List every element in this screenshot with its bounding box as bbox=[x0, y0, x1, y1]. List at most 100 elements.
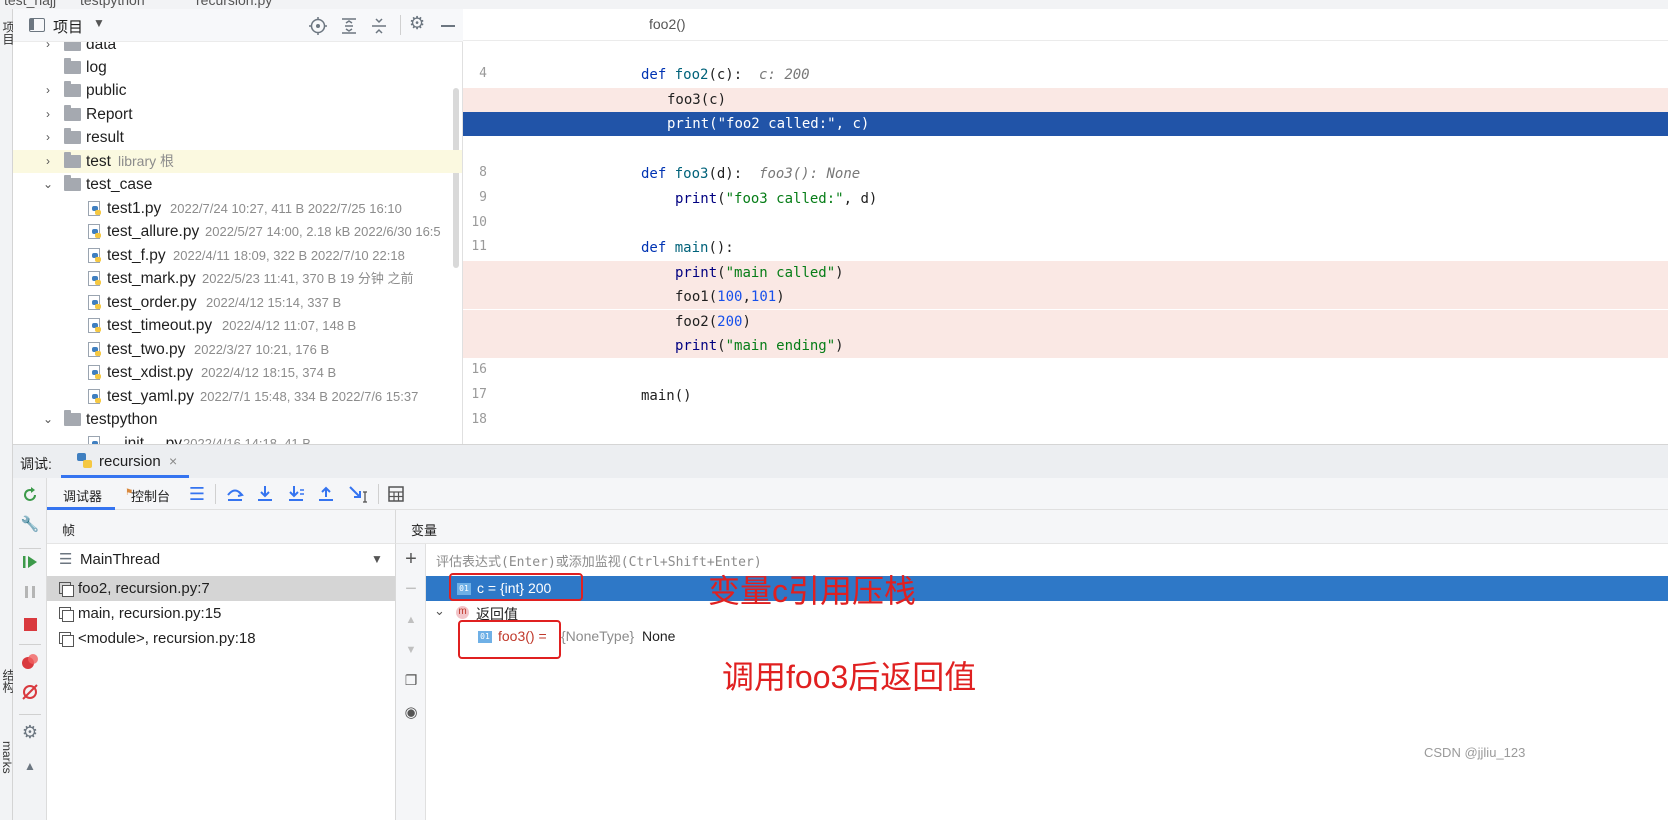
code-line[interactable]: 15 foo2(200) bbox=[463, 310, 1668, 353]
close-icon[interactable]: × bbox=[169, 453, 177, 469]
mute-breakpoints-icon[interactable] bbox=[21, 683, 39, 701]
tree-file[interactable]: test_allure.py 2022/5/27 14:00, 2.18 kB … bbox=[13, 220, 462, 243]
chevron-right-icon[interactable]: › bbox=[41, 126, 55, 149]
code-line[interactable]: 16 print("main ending") bbox=[463, 334, 1668, 377]
code-line[interactable]: 11 bbox=[463, 211, 1668, 254]
tree-file[interactable]: test_f.py 2022/4/11 18:09, 322 B 2022/7/… bbox=[13, 244, 462, 267]
breadcrumb-item[interactable]: test_hajj bbox=[4, 0, 56, 8]
evaluate-expression-icon[interactable] bbox=[387, 485, 405, 503]
locate-icon[interactable] bbox=[309, 17, 327, 35]
annotation-return-note: 调用foo3后返回值 bbox=[722, 659, 977, 695]
folder-icon bbox=[64, 410, 81, 426]
step-into-icon[interactable] bbox=[255, 484, 275, 504]
breadcrumb-item[interactable]: testpython bbox=[80, 0, 145, 8]
thread-selector[interactable]: ☰ MainThread ▼ bbox=[47, 547, 395, 573]
current-execution-line[interactable]: 7 print("foo2 called:", c) bbox=[463, 112, 1668, 155]
code-line[interactable]: 4 bbox=[463, 41, 1668, 81]
tree-file[interactable]: test_xdist.py 2022/4/12 18:15, 374 B bbox=[13, 361, 462, 384]
add-watch-icon[interactable]: + bbox=[401, 548, 421, 570]
chevron-right-icon[interactable]: › bbox=[41, 79, 55, 102]
variable-row-c[interactable]: 01 c = {int} 200 bbox=[426, 576, 1668, 601]
tab-console[interactable]: ⚑ 控制台 bbox=[123, 478, 195, 510]
view-breakpoints-icon[interactable] bbox=[21, 653, 39, 671]
menu-icon[interactable]: ☰ bbox=[187, 484, 207, 504]
code-line[interactable]: 17 bbox=[463, 359, 1668, 402]
expand-all-icon[interactable] bbox=[340, 17, 358, 35]
resume-icon[interactable] bbox=[22, 554, 38, 570]
tree-file[interactable]: test1.py 2022/7/24 10:27, 411 B 2022/7/2… bbox=[13, 197, 462, 220]
wrench-icon[interactable]: 🔧 bbox=[20, 514, 40, 534]
tree-folder-report[interactable]: › Report bbox=[13, 103, 462, 126]
tree-folder-result[interactable]: › result bbox=[13, 126, 462, 149]
tree-file[interactable]: test_timeout.py 2022/4/12 11:07, 148 B bbox=[13, 314, 462, 337]
pause-icon[interactable] bbox=[23, 584, 37, 600]
stack-frame[interactable]: main, recursion.py:15 bbox=[47, 601, 395, 626]
remove-watch-icon[interactable]: − bbox=[401, 578, 421, 600]
code-line[interactable]: 9 def foo3(d): foo3(): None bbox=[463, 162, 1668, 205]
settings-icon[interactable]: ⚙ bbox=[20, 722, 40, 742]
python-file-icon bbox=[88, 248, 103, 264]
tree-folder-log[interactable]: log bbox=[13, 56, 462, 79]
chevron-down-icon[interactable]: ▼ bbox=[93, 16, 105, 30]
code-editor[interactable]: 4 5 def foo2(c): c: 200 6 foo3(c) 7 prin… bbox=[463, 41, 1668, 444]
project-panel-title[interactable]: 项目 bbox=[53, 16, 83, 37]
tree-file[interactable]: test_order.py 2022/4/12 15:14, 337 B bbox=[13, 291, 462, 314]
python-file-icon bbox=[88, 201, 103, 217]
move-down-icon[interactable]: ▼ bbox=[401, 640, 421, 660]
code-line[interactable]: 12 def main(): bbox=[463, 236, 1668, 279]
rerun-icon[interactable] bbox=[21, 486, 39, 504]
chevron-down-icon[interactable]: ⌄ bbox=[41, 173, 55, 196]
collapse-all-icon[interactable] bbox=[370, 17, 388, 35]
tree-item-label: public bbox=[86, 82, 127, 99]
stack-frame[interactable]: foo2, recursion.py:7 bbox=[47, 576, 395, 601]
tab-debugger[interactable]: 调试器 bbox=[47, 478, 115, 510]
variable-row-foo3[interactable]: 01 foo3() = {NoneType} None bbox=[426, 625, 1668, 649]
step-into-my-code-icon[interactable] bbox=[286, 484, 306, 504]
code-line[interactable]: 13 print("main called") bbox=[463, 261, 1668, 304]
tree-folder-data[interactable]: › data bbox=[13, 42, 462, 56]
divider bbox=[378, 484, 379, 504]
stop-icon[interactable] bbox=[24, 618, 37, 631]
python-file-icon bbox=[88, 318, 103, 334]
tree-file[interactable]: test_two.py 2022/3/27 10:21, 176 B bbox=[13, 338, 462, 361]
code-line[interactable]: 14 foo1(100,101) bbox=[463, 285, 1668, 328]
frame-label: foo2, recursion.py:7 bbox=[78, 580, 210, 597]
chevron-down-icon[interactable]: ⌄ bbox=[434, 603, 445, 619]
chevron-down-icon[interactable]: ▼ bbox=[371, 552, 383, 566]
code-line[interactable]: 8 bbox=[463, 137, 1668, 180]
debug-session-tab[interactable]: recursion × bbox=[61, 445, 189, 478]
bookmarks-tool-label[interactable]: marks bbox=[0, 741, 14, 774]
code-line[interactable]: 6 foo3(c) bbox=[463, 88, 1668, 131]
step-out-icon[interactable] bbox=[316, 484, 336, 504]
chevron-down-icon[interactable]: ⌄ bbox=[41, 408, 55, 431]
breadcrumb-item[interactable]: recursion.py bbox=[196, 0, 272, 8]
stack-frame[interactable]: <module>, recursion.py:18 bbox=[47, 626, 395, 651]
divider bbox=[215, 484, 216, 504]
copy-icon[interactable]: ❐ bbox=[401, 670, 421, 690]
pin-icon[interactable]: ▲ bbox=[20, 756, 40, 776]
eye-icon[interactable]: ◉ bbox=[401, 702, 421, 722]
editor-breadcrumb[interactable]: foo2() bbox=[649, 16, 686, 32]
python-file-icon bbox=[88, 295, 103, 311]
tree-folder-testpython[interactable]: ⌄ testpython bbox=[13, 408, 462, 431]
chevron-right-icon[interactable]: › bbox=[41, 150, 55, 173]
tree-item-label: test_timeout.py bbox=[107, 317, 213, 334]
evaluate-expression-field[interactable]: 评估表达式(Enter)或添加监视(Ctrl+Shift+Enter) bbox=[426, 548, 1668, 572]
code-line[interactable]: 5 def foo2(c): c: 200 bbox=[463, 63, 1668, 106]
run-to-cursor-icon[interactable] bbox=[348, 484, 370, 504]
tree-folder-test-case[interactable]: ⌄ test_case bbox=[13, 173, 462, 196]
code-line[interactable]: 10 print("foo3 called:", d) bbox=[463, 187, 1668, 230]
gear-icon[interactable]: ⚙ bbox=[409, 13, 425, 34]
move-up-icon[interactable]: ▲ bbox=[401, 610, 421, 630]
tree-file[interactable]: test_yaml.py 2022/7/1 15:48, 334 B 2022/… bbox=[13, 385, 462, 408]
minimize-icon[interactable] bbox=[441, 25, 455, 27]
tree-file[interactable]: test_mark.py 2022/5/23 11:41, 370 B 19 分… bbox=[13, 267, 462, 290]
tree-folder-public[interactable]: › public bbox=[13, 79, 462, 102]
chevron-right-icon[interactable]: › bbox=[41, 42, 55, 56]
return-values-group[interactable]: ⌄ m 返回值 bbox=[426, 601, 1668, 625]
tree-file[interactable]: __init__.py 2022/4/16 14:18, 41 B bbox=[13, 432, 462, 444]
tree-folder-test[interactable]: › test library 根 bbox=[13, 150, 462, 173]
chevron-right-icon[interactable]: › bbox=[41, 103, 55, 126]
step-over-icon[interactable] bbox=[225, 484, 245, 504]
code-line[interactable]: 18 main() bbox=[463, 384, 1668, 427]
